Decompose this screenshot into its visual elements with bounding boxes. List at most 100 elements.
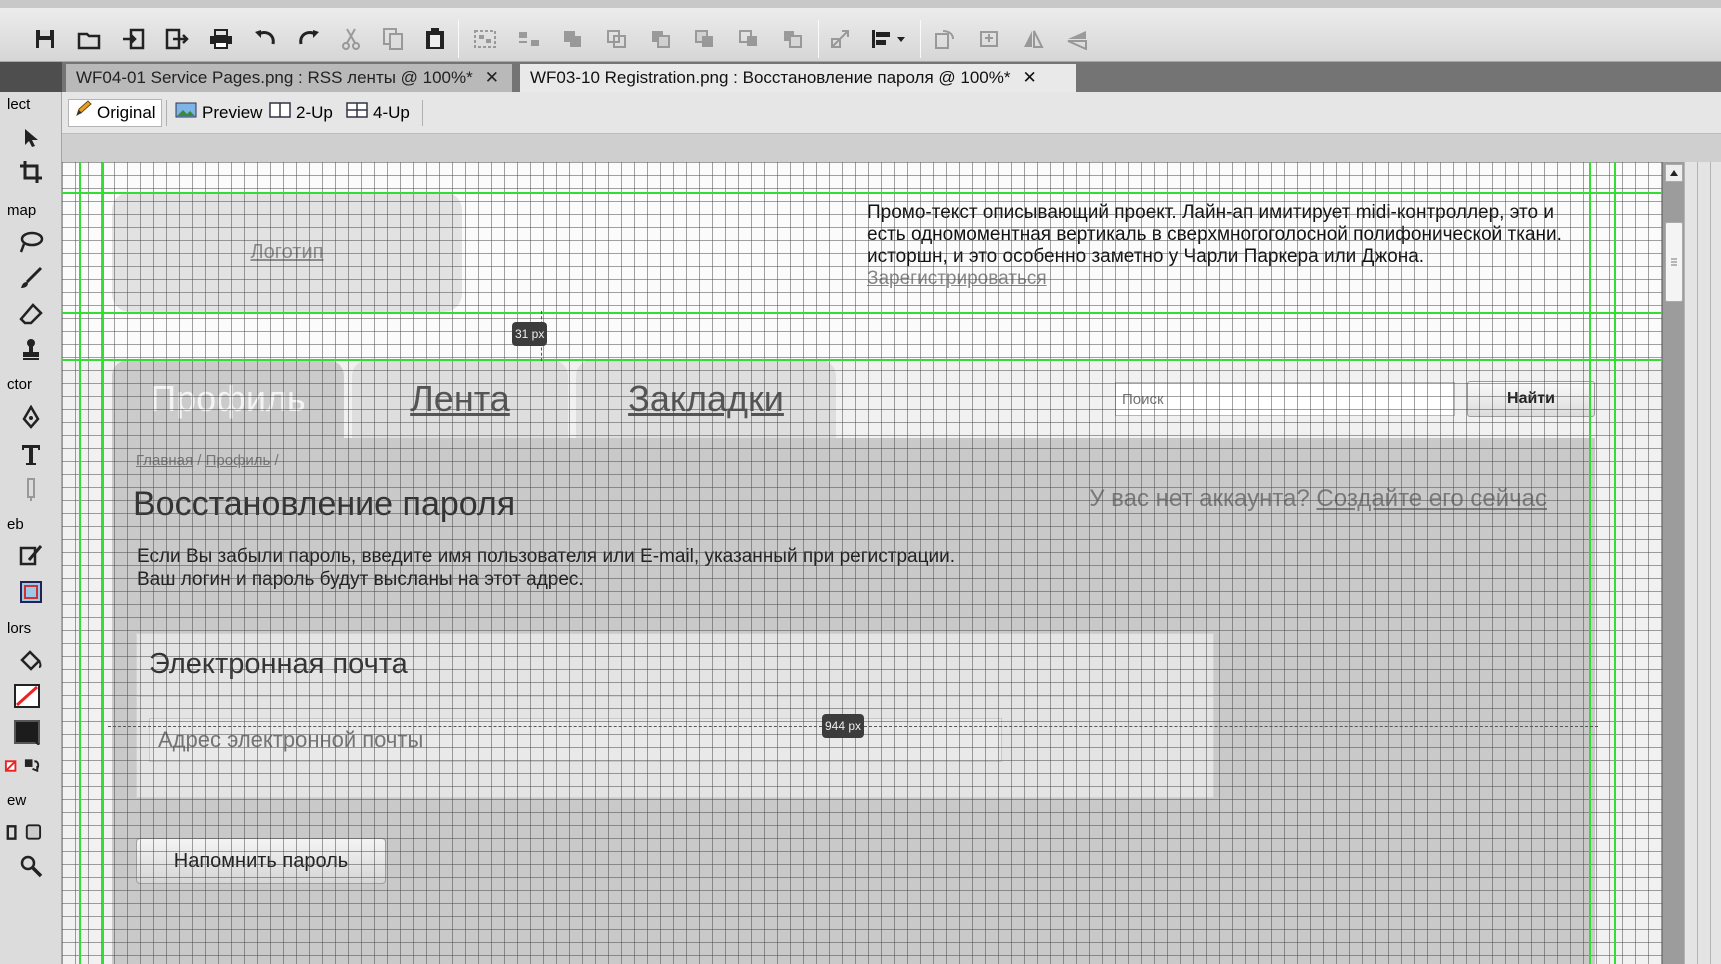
punch-icon[interactable] xyxy=(646,24,676,54)
no-account-prompt: У вас нет аккаунта? Создайте его сейчас xyxy=(1089,485,1547,512)
guide-line[interactable] xyxy=(1614,162,1616,964)
knife-icon[interactable] xyxy=(12,474,50,506)
tab-password-recovery[interactable]: WF03-10 Registration.png : Восстановлени… xyxy=(520,64,1076,92)
nav-tab-profile[interactable]: Профиль xyxy=(112,360,344,438)
rotate-icon[interactable] xyxy=(930,24,960,54)
page-title: Восстановление пароля xyxy=(133,485,516,523)
cut-icon[interactable] xyxy=(336,24,366,54)
align-distribute-icon[interactable] xyxy=(514,24,544,54)
logo-text: Логотип xyxy=(250,240,324,263)
paint-bucket-icon[interactable] xyxy=(12,644,50,676)
canvas-top-strip xyxy=(62,134,1721,162)
nav-tab-feed[interactable]: Лента xyxy=(352,360,568,438)
zoom-icon[interactable] xyxy=(12,850,50,882)
nav-tab-bookmarks[interactable]: Закладки xyxy=(576,360,836,438)
open-icon[interactable] xyxy=(74,24,104,54)
guide-line[interactable] xyxy=(79,162,81,964)
stroke-color-icon[interactable] xyxy=(8,680,46,712)
lasso-icon[interactable] xyxy=(12,226,50,258)
pointer-icon[interactable] xyxy=(12,122,50,154)
tools-section-web: eb xyxy=(7,516,24,533)
scroll-thumb[interactable] xyxy=(1665,222,1683,302)
document-canvas[interactable]: Логотип Промо-текст описывающий проект. … xyxy=(62,162,1721,964)
vertical-scrollbar[interactable] xyxy=(1662,162,1684,964)
transform-icon[interactable] xyxy=(826,24,856,54)
email-section-title: Электронная почта xyxy=(149,648,408,680)
email-form-box: Электронная почта xyxy=(136,633,1214,798)
view-mode-bar: Original Preview 2-Up 4-Up xyxy=(62,92,1721,134)
recovery-description: Если Вы забыли пароль, введите имя польз… xyxy=(137,546,955,590)
swap-colors-icon[interactable] xyxy=(4,750,42,782)
paste-icon[interactable] xyxy=(420,24,450,54)
main-toolbar xyxy=(0,0,1721,62)
promo-text: Промо-текст описывающий проект. Лайн-ап … xyxy=(867,202,1562,289)
email-field[interactable] xyxy=(149,718,1002,762)
text-tool-icon[interactable] xyxy=(12,438,50,470)
flip-icon[interactable] xyxy=(974,24,1004,54)
crop-shape-icon[interactable] xyxy=(690,24,720,54)
tab-rss-feeds[interactable]: WF04-01 Service Pages.png : RSS ленты @ … xyxy=(66,64,512,92)
close-icon[interactable]: ✕ xyxy=(1022,68,1036,87)
align-menu-icon[interactable] xyxy=(868,24,910,54)
horizontal-measure-label: 944 px xyxy=(822,714,865,738)
guide-line[interactable] xyxy=(62,359,1721,361)
save-icon[interactable] xyxy=(30,24,60,54)
breadcrumb-profile[interactable]: Профиль xyxy=(206,452,271,469)
copy-icon[interactable] xyxy=(378,24,408,54)
create-account-link[interactable]: Создайте его сейчас xyxy=(1316,485,1547,512)
scroll-up-icon[interactable] xyxy=(1665,164,1683,182)
fill-color-icon[interactable] xyxy=(8,716,46,748)
bring-forward-icon[interactable] xyxy=(734,24,764,54)
editor-window: { "toolbar": { "icons": ["save-icon","op… xyxy=(0,0,1721,964)
tools-section-bitmap: map xyxy=(7,202,37,219)
group-icon[interactable] xyxy=(470,24,500,54)
union-icon[interactable] xyxy=(558,24,588,54)
rubber-stamp-icon[interactable] xyxy=(12,334,50,366)
screen-mode-icon[interactable] xyxy=(4,816,42,848)
intersect-icon[interactable] xyxy=(602,24,632,54)
guide-line[interactable] xyxy=(1589,162,1591,964)
canvas-right-margin xyxy=(1684,162,1721,964)
remind-password-button[interactable]: Напомнить пароль xyxy=(136,838,386,884)
view-2up-button[interactable]: 2-Up xyxy=(264,99,338,127)
wireframe-page: Логотип Промо-текст описывающий проект. … xyxy=(62,162,1721,964)
print-icon[interactable] xyxy=(206,24,236,54)
tab-label: WF03-10 Registration.png : Восстановлени… xyxy=(530,68,1011,87)
hotspot-icon[interactable] xyxy=(12,540,50,572)
tools-section-colors: lors xyxy=(7,620,32,637)
view-original-button[interactable]: Original xyxy=(68,99,162,127)
four-up-icon xyxy=(346,99,368,127)
register-link[interactable]: Зарегистрироваться xyxy=(867,268,1047,289)
tools-section-select: lect xyxy=(7,96,31,113)
flip-horizontal-icon[interactable] xyxy=(1018,24,1048,54)
brush-icon[interactable] xyxy=(12,262,50,294)
import-icon[interactable] xyxy=(118,24,148,54)
preview-image-icon xyxy=(175,99,197,127)
undo-icon[interactable] xyxy=(250,24,280,54)
eraser-icon[interactable] xyxy=(12,298,50,330)
search-input[interactable] xyxy=(1115,382,1455,416)
search-button[interactable]: Найти xyxy=(1467,381,1595,417)
guide-line[interactable] xyxy=(102,162,104,964)
pen-tool-icon[interactable] xyxy=(12,402,50,434)
document-tab-bar: WF04-01 Service Pages.png : RSS ленты @ … xyxy=(0,62,1721,92)
guide-line[interactable] xyxy=(62,312,1721,314)
vertical-measure-label: 31 px xyxy=(512,322,548,346)
tools-section-view: ew xyxy=(7,792,27,809)
guide-line[interactable] xyxy=(62,192,1721,194)
pencil-icon xyxy=(74,99,92,127)
tools-section-vector: ctor xyxy=(7,376,33,393)
view-4up-button[interactable]: 4-Up xyxy=(341,99,415,127)
two-up-icon xyxy=(269,99,291,127)
tools-panel: lect map ctor eb lors ew xyxy=(0,92,62,964)
flip-vertical-icon[interactable] xyxy=(1062,24,1092,54)
breadcrumb-home[interactable]: Главная xyxy=(136,452,193,469)
view-preview-button[interactable]: Preview xyxy=(170,99,267,127)
redo-icon[interactable] xyxy=(294,24,324,54)
slice-icon[interactable] xyxy=(12,576,50,608)
close-icon[interactable]: ✕ xyxy=(485,68,499,87)
send-backward-icon[interactable] xyxy=(778,24,808,54)
logo-placeholder: Логотип xyxy=(112,192,462,312)
export-icon[interactable] xyxy=(162,24,192,54)
crop-icon[interactable] xyxy=(12,156,50,188)
